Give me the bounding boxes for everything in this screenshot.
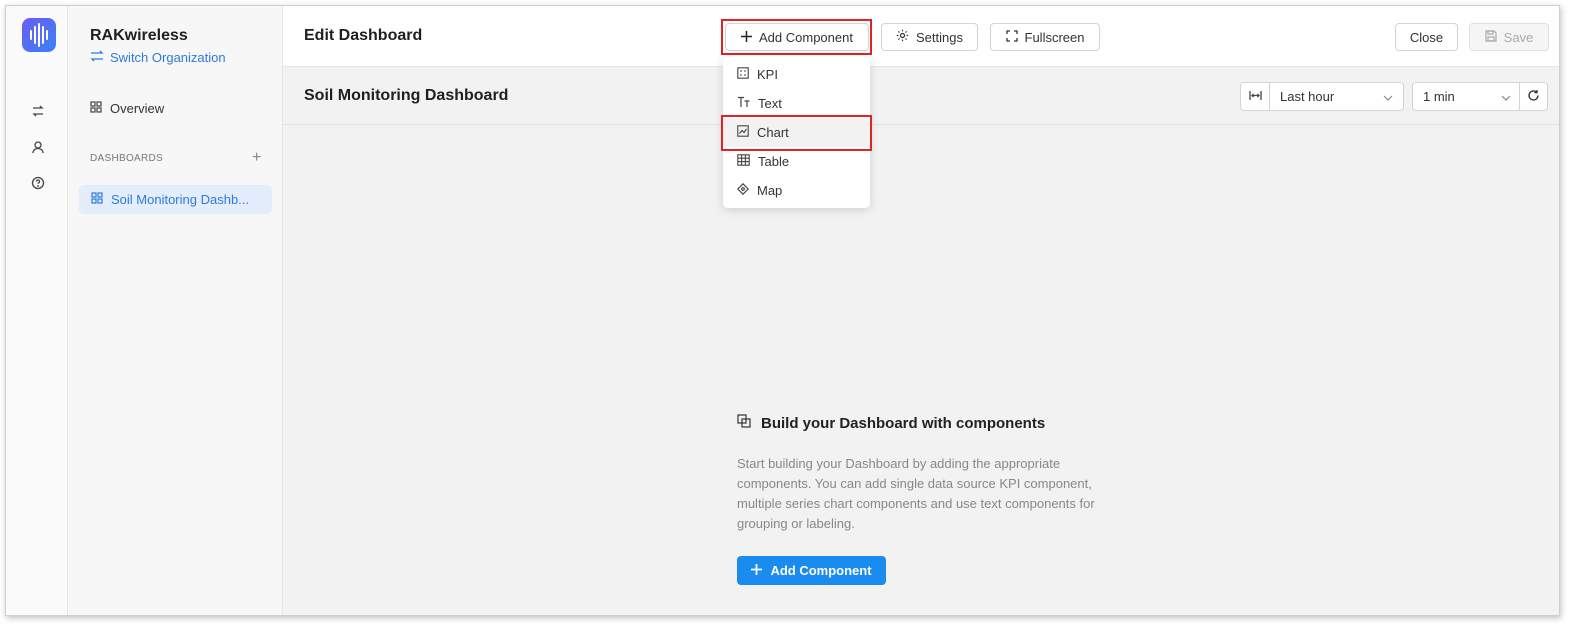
fullscreen-icon: [1005, 29, 1018, 45]
chart-icon: [737, 125, 749, 140]
grid-icon: [91, 192, 103, 207]
map-icon: [736, 182, 750, 198]
add-component-primary-button[interactable]: Add Component: [737, 556, 886, 585]
empty-state-description: Start building your Dashboard by adding …: [737, 456, 1095, 531]
switch-icon: [90, 50, 104, 65]
gear-icon: [896, 29, 909, 45]
switch-organization-link[interactable]: Switch Organization: [90, 50, 226, 65]
save-icon: [1485, 29, 1497, 45]
sidebar-item-label: Soil Monitoring Dashb...: [111, 192, 250, 207]
empty-state: Build your Dashboard with components Sta…: [737, 414, 1107, 585]
menu-item-label: Table: [758, 154, 790, 169]
grid-icon: [90, 101, 102, 116]
plus-icon: [751, 563, 763, 578]
add-component-button[interactable]: Add Component: [725, 23, 869, 51]
settings-label: Settings: [916, 29, 963, 45]
dashboards-section-header: DASHBOARDS: [90, 153, 164, 164]
empty-state-title-row: Build your Dashboard with components: [737, 414, 1107, 432]
close-label: Close: [1409, 29, 1444, 45]
switch-organization-label: Switch Organization: [110, 50, 226, 65]
refresh-interval-select[interactable]: 1 min: [1412, 82, 1520, 111]
fullscreen-button[interactable]: Fullscreen: [990, 23, 1100, 51]
organization-name: RAKwireless: [90, 27, 188, 44]
save-button[interactable]: Save: [1469, 23, 1549, 51]
add-dashboard-button[interactable]: +: [252, 150, 261, 166]
main-area: Edit Dashboard Add Component Settings Fu…: [283, 6, 1559, 615]
sidebar: RAKwireless Switch Organization Overview…: [68, 6, 283, 615]
menu-item-label: KPI: [757, 67, 778, 82]
refresh-interval-value: 1 min: [1423, 89, 1455, 104]
dashboard-toolbar: Soil Monitoring Dashboard Last hour 1 mi…: [283, 67, 1559, 125]
sidebar-item-soil-monitoring-dashboard[interactable]: Soil Monitoring Dashb...: [79, 185, 272, 214]
empty-state-title: Build your Dashboard with components: [761, 414, 1046, 432]
range-icon: [1248, 89, 1262, 104]
menu-item-table[interactable]: Table: [723, 147, 870, 176]
page-title: Edit Dashboard: [304, 27, 423, 44]
header-bar: Edit Dashboard Add Component Settings Fu…: [283, 6, 1559, 67]
add-component-label: Add Component: [759, 29, 853, 45]
time-range-icon-button[interactable]: [1240, 82, 1270, 111]
plus-icon: [741, 30, 753, 45]
menu-item-kpi[interactable]: KPI: [723, 60, 870, 89]
components-icon: [737, 414, 751, 432]
menu-item-label: Chart: [757, 125, 789, 140]
sidebar-item-overview[interactable]: Overview: [90, 101, 164, 116]
app-window: RAKwireless Switch Organization Overview…: [5, 5, 1560, 616]
menu-item-label: Text: [758, 96, 782, 111]
kpi-icon: [737, 67, 749, 82]
chevron-down-icon: [1501, 91, 1511, 106]
menu-item-text[interactable]: Text: [723, 89, 870, 118]
close-button[interactable]: Close: [1395, 23, 1458, 51]
save-label: Save: [1503, 29, 1534, 45]
add-component-dropdown: KPI Text Chart Table Map: [723, 56, 870, 208]
fullscreen-label: Fullscreen: [1024, 29, 1085, 45]
sidebar-item-label: Overview: [110, 101, 165, 116]
refresh-icon: [1527, 89, 1540, 105]
icon-rail: [6, 6, 68, 615]
menu-item-map[interactable]: Map: [723, 176, 870, 205]
chevron-down-icon: [1383, 91, 1393, 106]
settings-button[interactable]: Settings: [881, 23, 978, 51]
time-range-value: Last hour: [1280, 89, 1335, 104]
dashboard-title: Soil Monitoring Dashboard: [304, 87, 509, 104]
help-icon[interactable]: [28, 173, 48, 193]
refresh-button[interactable]: [1519, 82, 1548, 111]
menu-item-label: Map: [757, 183, 783, 198]
rakwireless-logo[interactable]: [22, 18, 56, 52]
time-range-select[interactable]: Last hour: [1269, 82, 1404, 111]
text-icon: [737, 96, 750, 111]
swap-icon[interactable]: [28, 101, 48, 121]
menu-item-chart[interactable]: Chart: [723, 118, 870, 147]
user-icon[interactable]: [28, 137, 48, 157]
table-icon: [737, 154, 750, 169]
add-component-primary-label: Add Component: [770, 563, 872, 578]
